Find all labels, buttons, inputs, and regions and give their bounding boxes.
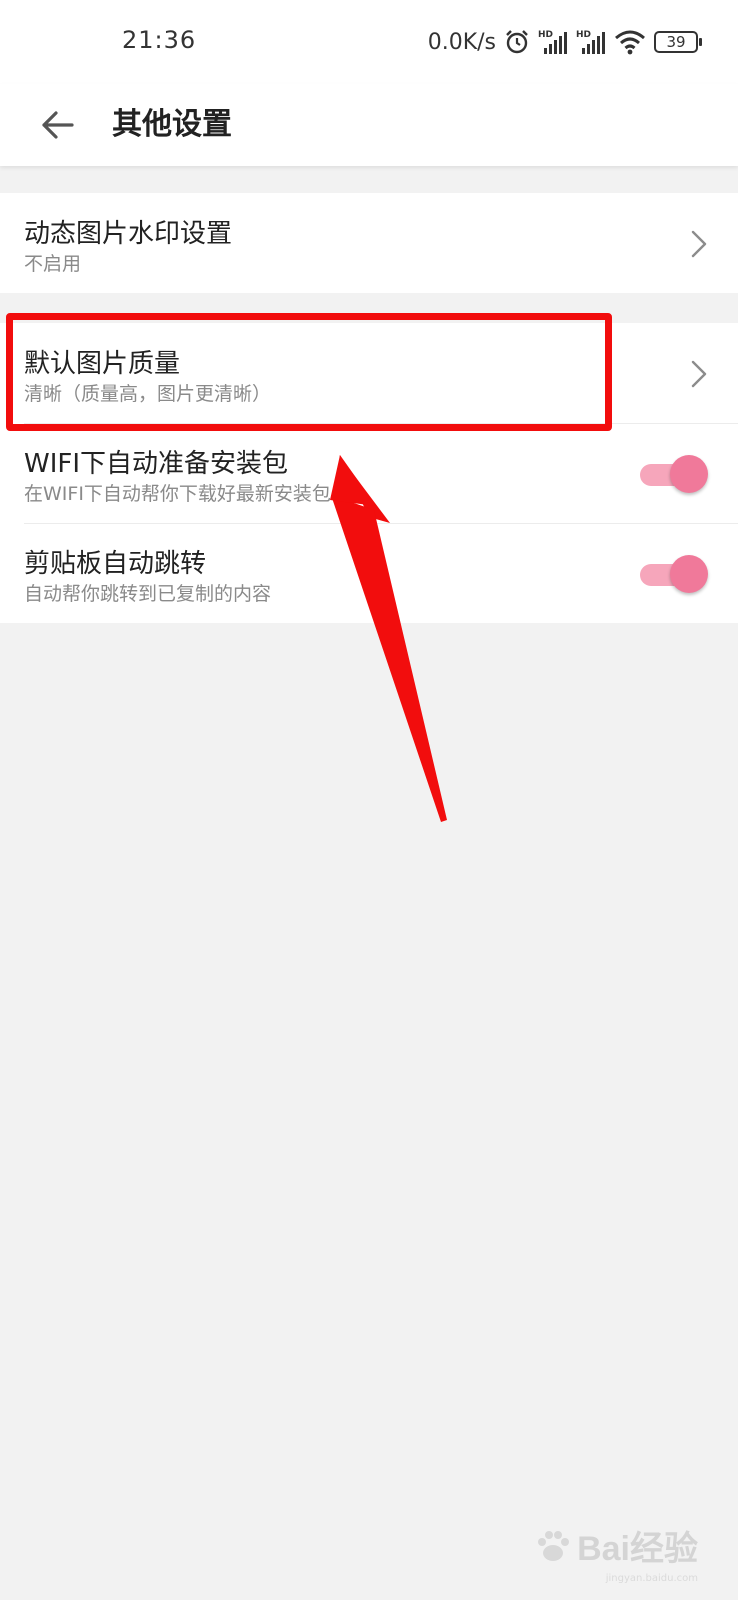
status-bar: 21:36 0.0K/s HD HD 39 — [0, 0, 738, 84]
chevron-right-icon — [691, 230, 707, 258]
back-arrow-icon — [42, 111, 74, 139]
setting-title: 默认图片质量 — [24, 349, 181, 379]
settings-group-1: 动态图片水印设置 不启用 — [0, 193, 738, 293]
paw-logo-icon — [538, 1530, 570, 1561]
watermark-text: Bai经验 — [577, 1530, 698, 1568]
alarm-icon — [506, 30, 528, 54]
toggle-thumb — [670, 555, 708, 593]
setting-title: 剪贴板自动跳转 — [24, 549, 207, 579]
svg-text:HD: HD — [576, 30, 591, 40]
wifi-icon — [615, 30, 645, 55]
wifi-prepare-toggle[interactable] — [638, 455, 708, 493]
setting-subtitle: 不启用 — [24, 253, 82, 275]
setting-wifi-prepare[interactable]: WIFI下自动准备安装包 在WIFI下自动帮你下载好最新安装包 — [0, 423, 738, 523]
settings-group-2: 默认图片质量 清晰（质量高，图片更清晰） WIFI下自动准备安装包 在WIFI下… — [0, 323, 738, 623]
network-speed: 0.0K/s — [427, 29, 496, 55]
clipboard-jump-toggle[interactable] — [638, 555, 708, 593]
divider — [24, 523, 738, 524]
setting-subtitle: 清晰（质量高，图片更清晰） — [24, 383, 272, 405]
baidu-jingyan-watermark: Bai经验 jingyan.baidu.com — [533, 1521, 698, 1584]
battery-icon: 39 — [654, 31, 702, 53]
back-button[interactable] — [30, 98, 84, 152]
svg-text:HD: HD — [538, 30, 553, 40]
setting-image-quality[interactable]: 默认图片质量 清晰（质量高，图片更清晰） — [0, 323, 738, 423]
toolbar: 其他设置 — [0, 84, 738, 166]
status-time: 21:36 — [122, 26, 197, 54]
setting-subtitle: 在WIFI下自动帮你下载好最新安装包 — [24, 483, 331, 505]
setting-subtitle: 自动帮你跳转到已复制的内容 — [24, 583, 272, 605]
toggle-thumb — [670, 455, 708, 493]
watermark-url: jingyan.baidu.com — [605, 1573, 698, 1584]
status-icons: 0.0K/s HD HD 39 — [427, 26, 702, 58]
hd-signal-icon: HD — [576, 30, 605, 54]
divider — [24, 423, 738, 424]
setting-title: WIFI下自动准备安装包 — [24, 449, 288, 479]
setting-title: 动态图片水印设置 — [24, 219, 233, 249]
page-title: 其他设置 — [112, 107, 232, 142]
hd-signal-icon: HD — [538, 30, 567, 54]
chevron-right-icon — [691, 360, 707, 388]
setting-watermark[interactable]: 动态图片水印设置 不启用 — [0, 193, 738, 293]
setting-clipboard-jump[interactable]: 剪贴板自动跳转 自动帮你跳转到已复制的内容 — [0, 523, 738, 623]
